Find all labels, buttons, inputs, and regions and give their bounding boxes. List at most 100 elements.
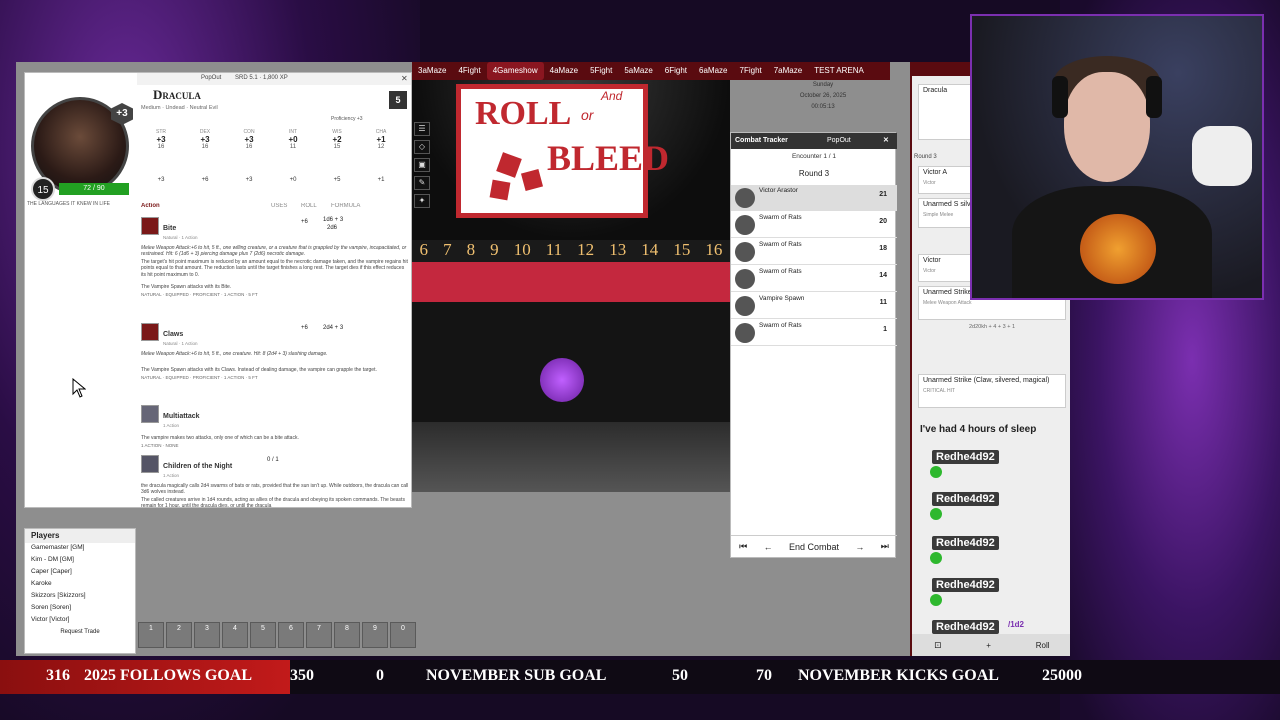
hotbar-slot[interactable]: 5: [250, 622, 276, 648]
stream-overlay-text: I've had 4 hours of sleep: [920, 424, 1037, 435]
chat-card-title: Unarmed Strike (Claw, silvered, magical): [923, 377, 1050, 384]
hotbar-slot[interactable]: 7: [306, 622, 332, 648]
token-vampire-swarm[interactable]: [540, 358, 584, 402]
action-formula-2[interactable]: 2d6: [327, 225, 337, 231]
stat-int[interactable]: INT +0 11: [273, 129, 313, 150]
floor-number: 15: [673, 240, 691, 259]
action-item-claws[interactable]: Claws +6 2d4 + 3 Natural · 1 Action Mele…: [141, 323, 409, 380]
hotbar-slot[interactable]: 1: [138, 622, 164, 648]
players-header[interactable]: Players: [25, 529, 135, 543]
hotbar-slot[interactable]: 4: [222, 622, 248, 648]
combatant-initiative[interactable]: 11: [880, 299, 887, 306]
players-panel: Players Gamemaster [GM] Kim - DM [GM] Ca…: [24, 528, 136, 654]
select-tool-icon[interactable]: ☰: [414, 122, 430, 136]
player-item[interactable]: Caper [Caper]: [25, 567, 135, 579]
last-turn-icon[interactable]: ⏭: [881, 541, 889, 552]
combat-footer: ⏮ ← End Combat → ⏭: [731, 535, 897, 557]
combatant-row[interactable]: Victor Arastor 21: [731, 185, 897, 211]
floor-number: 16: [705, 240, 723, 259]
player-item[interactable]: Karoke: [25, 579, 135, 591]
hotbar-slot[interactable]: 0: [390, 622, 416, 648]
player-item[interactable]: Soren [Soren]: [25, 603, 135, 615]
combatant-initiative[interactable]: 14: [879, 272, 887, 279]
hotbar-slot[interactable]: 2: [166, 622, 192, 648]
combatant-row[interactable]: Swarm of Rats 1: [731, 320, 897, 346]
stat-con[interactable]: CON +3 16: [229, 129, 269, 150]
action-roll[interactable]: +6: [301, 219, 308, 225]
chat-username: Redhe4d92: [932, 578, 999, 592]
tab-scene[interactable]: 5Fight: [584, 62, 618, 80]
tab-scene[interactable]: 7aMaze: [768, 62, 808, 80]
stat-wis[interactable]: WIS +2 15: [317, 129, 357, 150]
hotbar-slot[interactable]: 3: [194, 622, 220, 648]
tab-scene[interactable]: 4Fight: [452, 62, 486, 80]
tab-scene[interactable]: TEST ARENA: [808, 62, 870, 80]
tab-scene[interactable]: 4aMaze: [544, 62, 584, 80]
hp-bar[interactable]: 72 / 90: [59, 183, 129, 195]
hotbar-slot[interactable]: 9: [362, 622, 388, 648]
save-value[interactable]: +6: [185, 177, 225, 183]
first-turn-icon[interactable]: ⏮: [739, 541, 747, 552]
combatant-row[interactable]: Swarm of Rats 18: [731, 239, 897, 265]
stat-mod: +3: [244, 135, 254, 144]
end-combat-button[interactable]: End Combat: [789, 542, 839, 552]
action-sub: 1 Action: [163, 473, 180, 478]
action-item-children-of-the-night[interactable]: Children of the Night 0 / 1 1 Action the…: [141, 455, 409, 507]
action-item-multiattack[interactable]: Multiattack 1 Action The vampire makes t…: [141, 405, 409, 448]
token-tool-icon[interactable]: ▣: [414, 158, 430, 172]
action-roll[interactable]: +6: [301, 325, 308, 331]
combatant-initiative[interactable]: 18: [879, 245, 887, 252]
stat-str[interactable]: STR +3 16: [141, 129, 181, 150]
tab-scene[interactable]: 6aMaze: [693, 62, 733, 80]
scene-map[interactable]: ROLL or And BLEED 6 7 8 9 10 11 12 13 14…: [412, 80, 730, 492]
combatant-row[interactable]: Swarm of Rats 14: [731, 266, 897, 292]
save-value[interactable]: +5: [317, 177, 357, 183]
save-value[interactable]: +3: [229, 177, 269, 183]
combatant-name: Vampire Spawn: [759, 295, 805, 302]
ticker-label: NOVEMBER SUB GOAL: [426, 667, 607, 684]
action-sub: Natural · 1 Action: [163, 341, 198, 346]
tab-scene[interactable]: 3aMaze: [412, 62, 452, 80]
previous-turn-icon[interactable]: ←: [764, 542, 773, 552]
encounter-label: Encounter 1 / 1: [791, 153, 837, 160]
hotbar-slot[interactable]: 8: [334, 622, 360, 648]
add-icon[interactable]: +: [986, 641, 991, 650]
ticker-label: 2025 FOLLOWS GOAL: [84, 667, 253, 684]
next-turn-icon[interactable]: →: [855, 542, 864, 552]
combatant-row[interactable]: Vampire Spawn 11: [731, 293, 897, 319]
tab-scene[interactable]: 5aMaze: [618, 62, 658, 80]
light-tool-icon[interactable]: ✦: [414, 194, 430, 208]
combatant-initiative[interactable]: 20: [879, 218, 887, 225]
action-formula[interactable]: 2d4 + 3: [323, 325, 343, 331]
stat-cha[interactable]: CHA +1 12: [361, 129, 401, 150]
combatant-name: Victor Arastor: [759, 187, 798, 194]
tab-scene-active[interactable]: 4Gameshow: [486, 62, 544, 80]
roll-button[interactable]: Roll: [1036, 641, 1050, 650]
close-icon[interactable]: ✕: [883, 136, 889, 144]
save-value[interactable]: +1: [361, 177, 401, 183]
tab-scene[interactable]: 6Fight: [659, 62, 693, 80]
save-value[interactable]: +0: [273, 177, 313, 183]
popout-button[interactable]: PopOut: [827, 137, 851, 144]
hotbar-slot[interactable]: 6: [278, 622, 304, 648]
combatant-initiative[interactable]: 21: [879, 191, 887, 198]
draw-tool-icon[interactable]: ✎: [414, 176, 430, 190]
player-item[interactable]: Kim - DM [GM]: [25, 555, 135, 567]
request-trade-button[interactable]: Request Trade: [25, 629, 135, 635]
save-value[interactable]: +3: [141, 177, 181, 183]
combatant-row[interactable]: Swarm of Rats 20: [731, 212, 897, 238]
dice-icon[interactable]: ⚀: [934, 641, 941, 650]
player-item[interactable]: Skizzors [Skizzors]: [25, 591, 135, 603]
action-formula[interactable]: 1d6 + 3: [323, 217, 343, 223]
chat-username: Redhe4d92: [932, 620, 999, 634]
player-item[interactable]: Gamemaster [GM]: [25, 543, 135, 555]
floor-number: 11: [545, 240, 563, 259]
action-item-bite[interactable]: Bite +6 1d6 + 3 2d6 Natural · 1 Action M…: [141, 217, 409, 297]
action-uses[interactable]: 0 / 1: [267, 457, 279, 463]
measure-tool-icon[interactable]: ◇: [414, 140, 430, 154]
floor-number: 8: [466, 240, 476, 259]
player-item[interactable]: Victor [Victor]: [25, 615, 135, 627]
combatant-initiative[interactable]: 1: [883, 326, 887, 333]
tab-scene[interactable]: 7Fight: [734, 62, 768, 80]
stat-dex[interactable]: DEX +3 16: [185, 129, 225, 150]
